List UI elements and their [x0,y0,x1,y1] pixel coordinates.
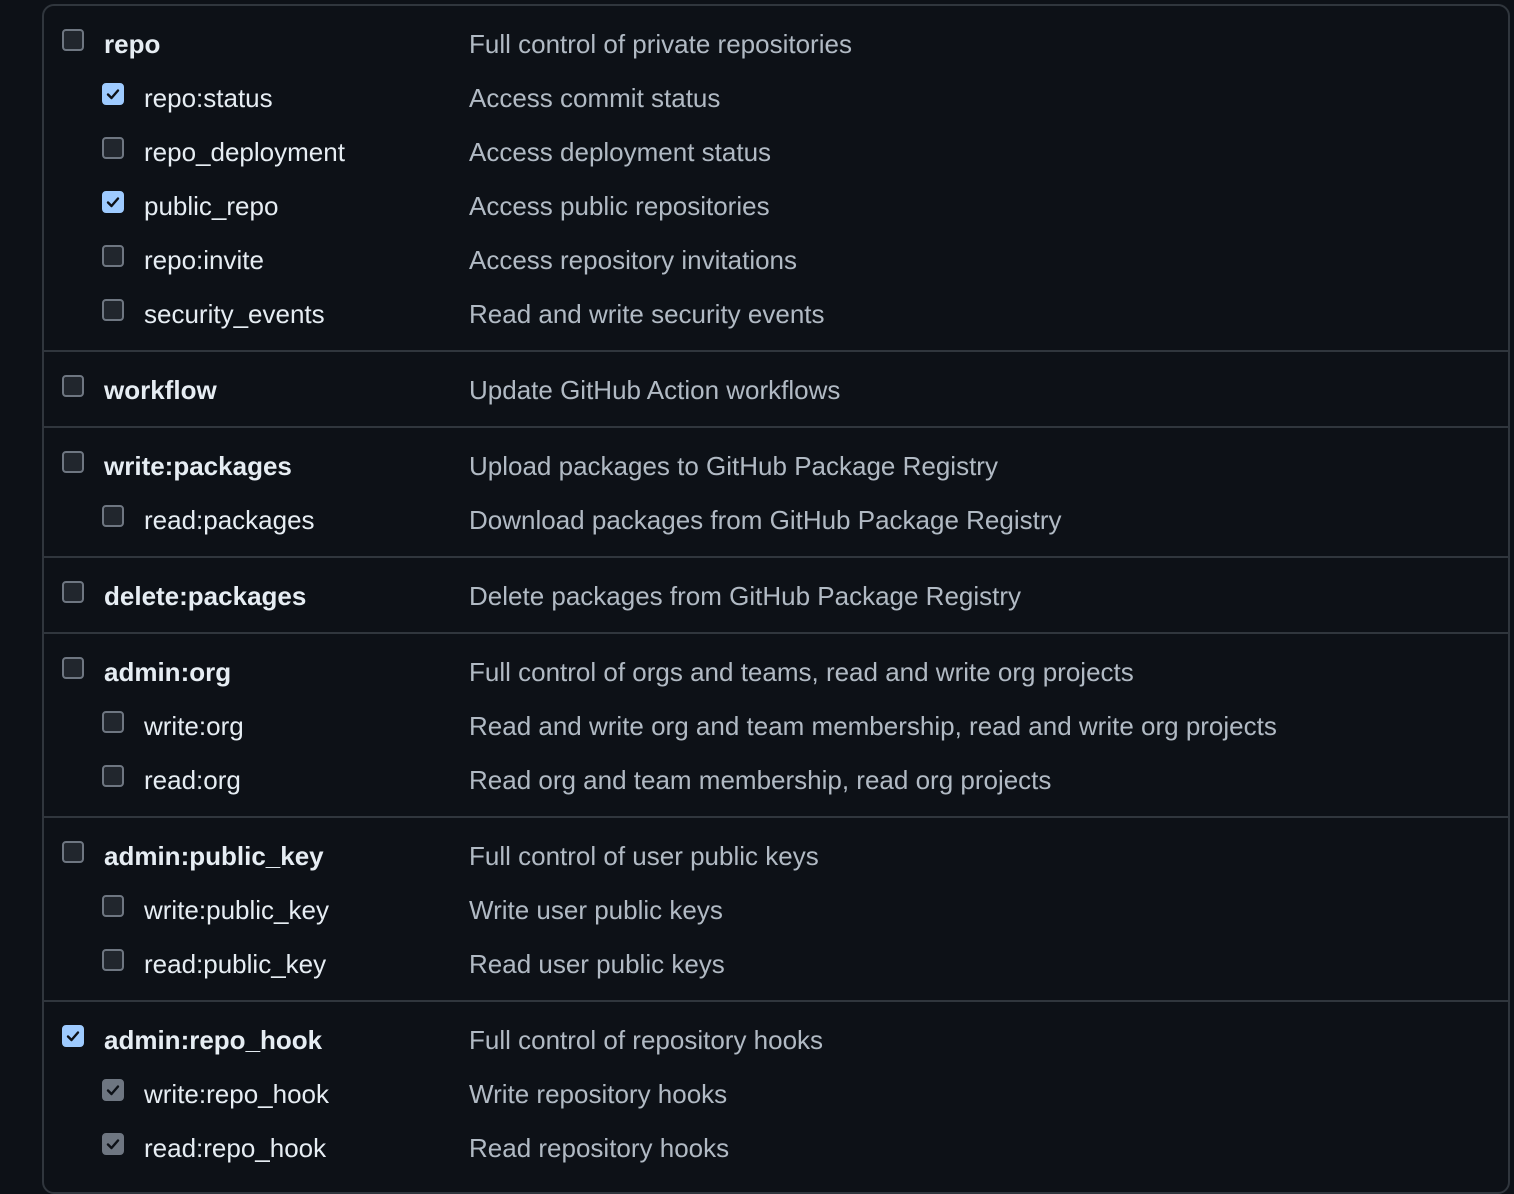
scope-description: Full control of repository hooks [469,1025,824,1055]
scope-description: Full control of orgs and teams, read and… [469,657,1134,687]
scope-name: repo [104,29,161,59]
scope-checkbox-read-org[interactable] [102,765,124,787]
scope-row-admin-repo-hook[interactable]: admin:repo_hook Full control of reposito… [44,1013,1508,1067]
scope-checkbox-public-repo[interactable] [102,191,124,213]
scope-name: admin:org [104,657,232,687]
scope-checkbox-read-packages[interactable] [102,505,124,527]
scope-description: Full control of user public keys [469,841,819,871]
scope-row-write-org[interactable]: write:org Read and write org and team me… [44,699,1508,753]
scope-row-read-public-key[interactable]: read:public_key Read user public keys [44,937,1508,991]
scope-description: Read repository hooks [469,1133,730,1163]
scope-name: public_repo [144,191,279,221]
scope-name: repo:invite [144,245,264,275]
scope-name: workflow [104,375,217,405]
scope-checkbox-write-packages[interactable] [62,451,84,473]
scope-checkbox-admin-public-key[interactable] [62,841,84,863]
scope-row-read-packages[interactable]: read:packages Download packages from Git… [44,493,1508,547]
scope-name: repo:status [144,83,273,113]
scope-description: Read org and team membership, read org p… [469,765,1052,795]
scope-checkbox-write-repo-hook[interactable] [102,1079,124,1101]
scope-checkbox-repo-invite[interactable] [102,245,124,267]
scope-row-write-repo-hook[interactable]: write:repo_hook Write repository hooks [44,1067,1508,1121]
scope-checkbox-write-public-key[interactable] [102,895,124,917]
checkmark-icon [106,1139,120,1150]
checkmark-icon [66,1031,80,1042]
scope-name: admin:public_key [104,841,324,871]
scope-row-repo-deployment[interactable]: repo_deployment Access deployment status [44,125,1508,179]
scope-checkbox-read-repo-hook[interactable] [102,1133,124,1155]
scope-description: Access deployment status [469,137,772,167]
scope-checkbox-read-public-key[interactable] [102,949,124,971]
scope-checkbox-write-org[interactable] [102,711,124,733]
scope-row-public-repo[interactable]: public_repo Access public repositories [44,179,1508,233]
scope-checkbox-security-events[interactable] [102,299,124,321]
scope-checkbox-repo-status[interactable] [102,83,124,105]
scope-row-security-events[interactable]: security_events Read and write security … [44,287,1508,341]
scope-description: Read and write org and team membership, … [469,711,1277,741]
scope-name: admin:repo_hook [104,1025,323,1055]
scope-row-read-repo-hook[interactable]: read:repo_hook Read repository hooks [44,1121,1508,1175]
scope-group-delete-packages: delete:packages Delete packages from Git… [44,558,1508,634]
scope-row-workflow[interactable]: workflow Update GitHub Action workflows [44,363,1508,417]
scope-group-write-packages: write:packages Upload packages to GitHub… [44,428,1508,558]
scope-row-read-org[interactable]: read:org Read org and team membership, r… [44,753,1508,807]
scope-name: write:public_key [144,895,329,925]
scope-name: security_events [144,299,325,329]
scope-row-write-public-key[interactable]: write:public_key Write user public keys [44,883,1508,937]
scope-description: Delete packages from GitHub Package Regi… [469,581,1022,611]
scope-checkbox-admin-org[interactable] [62,657,84,679]
scope-name: write:packages [104,451,292,481]
scope-name: delete:packages [104,581,307,611]
scope-description: Read and write security events [469,299,825,329]
scope-checkbox-delete-packages[interactable] [62,581,84,603]
scope-description: Access commit status [469,83,721,113]
scope-checkbox-workflow[interactable] [62,375,84,397]
scope-description: Full control of private repositories [469,29,852,59]
scope-group-repo: repo Full control of private repositorie… [44,6,1508,352]
scope-group-admin-repo-hook: admin:repo_hook Full control of reposito… [44,1002,1508,1184]
scope-group-admin-org: admin:org Full control of orgs and teams… [44,634,1508,818]
scope-description: Access public repositories [469,191,770,221]
checkmark-icon [106,1085,120,1096]
scope-name: read:public_key [144,949,327,979]
checkmark-icon [106,89,120,100]
scope-name: read:repo_hook [144,1133,327,1163]
scope-checkbox-repo-deployment[interactable] [102,137,124,159]
scope-description: Access repository invitations [469,245,798,275]
scope-row-repo-invite[interactable]: repo:invite Access repository invitation… [44,233,1508,287]
scope-row-admin-org[interactable]: admin:org Full control of orgs and teams… [44,645,1508,699]
scope-row-repo[interactable]: repo Full control of private repositorie… [44,17,1508,71]
scope-description: Update GitHub Action workflows [469,375,841,405]
scope-row-write-packages[interactable]: write:packages Upload packages to GitHub… [44,439,1508,493]
scope-checkbox-admin-repo-hook[interactable] [62,1025,84,1047]
scope-row-repo-status[interactable]: repo:status Access commit status [44,71,1508,125]
scope-group-admin-public-key: admin:public_key Full control of user pu… [44,818,1508,1002]
scope-description: Write repository hooks [469,1079,728,1109]
scope-checkbox-repo[interactable] [62,29,84,51]
scope-row-delete-packages[interactable]: delete:packages Delete packages from Git… [44,569,1508,623]
scope-name: write:org [144,711,244,741]
scope-name: write:repo_hook [144,1079,329,1109]
scope-name: read:packages [144,505,315,535]
scope-name: repo_deployment [144,137,345,167]
scope-description: Download packages from GitHub Package Re… [469,505,1062,535]
scope-name: read:org [144,765,241,795]
scope-row-admin-public-key[interactable]: admin:public_key Full control of user pu… [44,829,1508,883]
scope-description: Write user public keys [469,895,723,925]
scope-group-workflow: workflow Update GitHub Action workflows [44,352,1508,428]
scopes-panel: repo Full control of private repositorie… [42,4,1510,1194]
scope-description: Read user public keys [469,949,725,979]
checkmark-icon [106,197,120,208]
scope-description: Upload packages to GitHub Package Regist… [469,451,998,481]
